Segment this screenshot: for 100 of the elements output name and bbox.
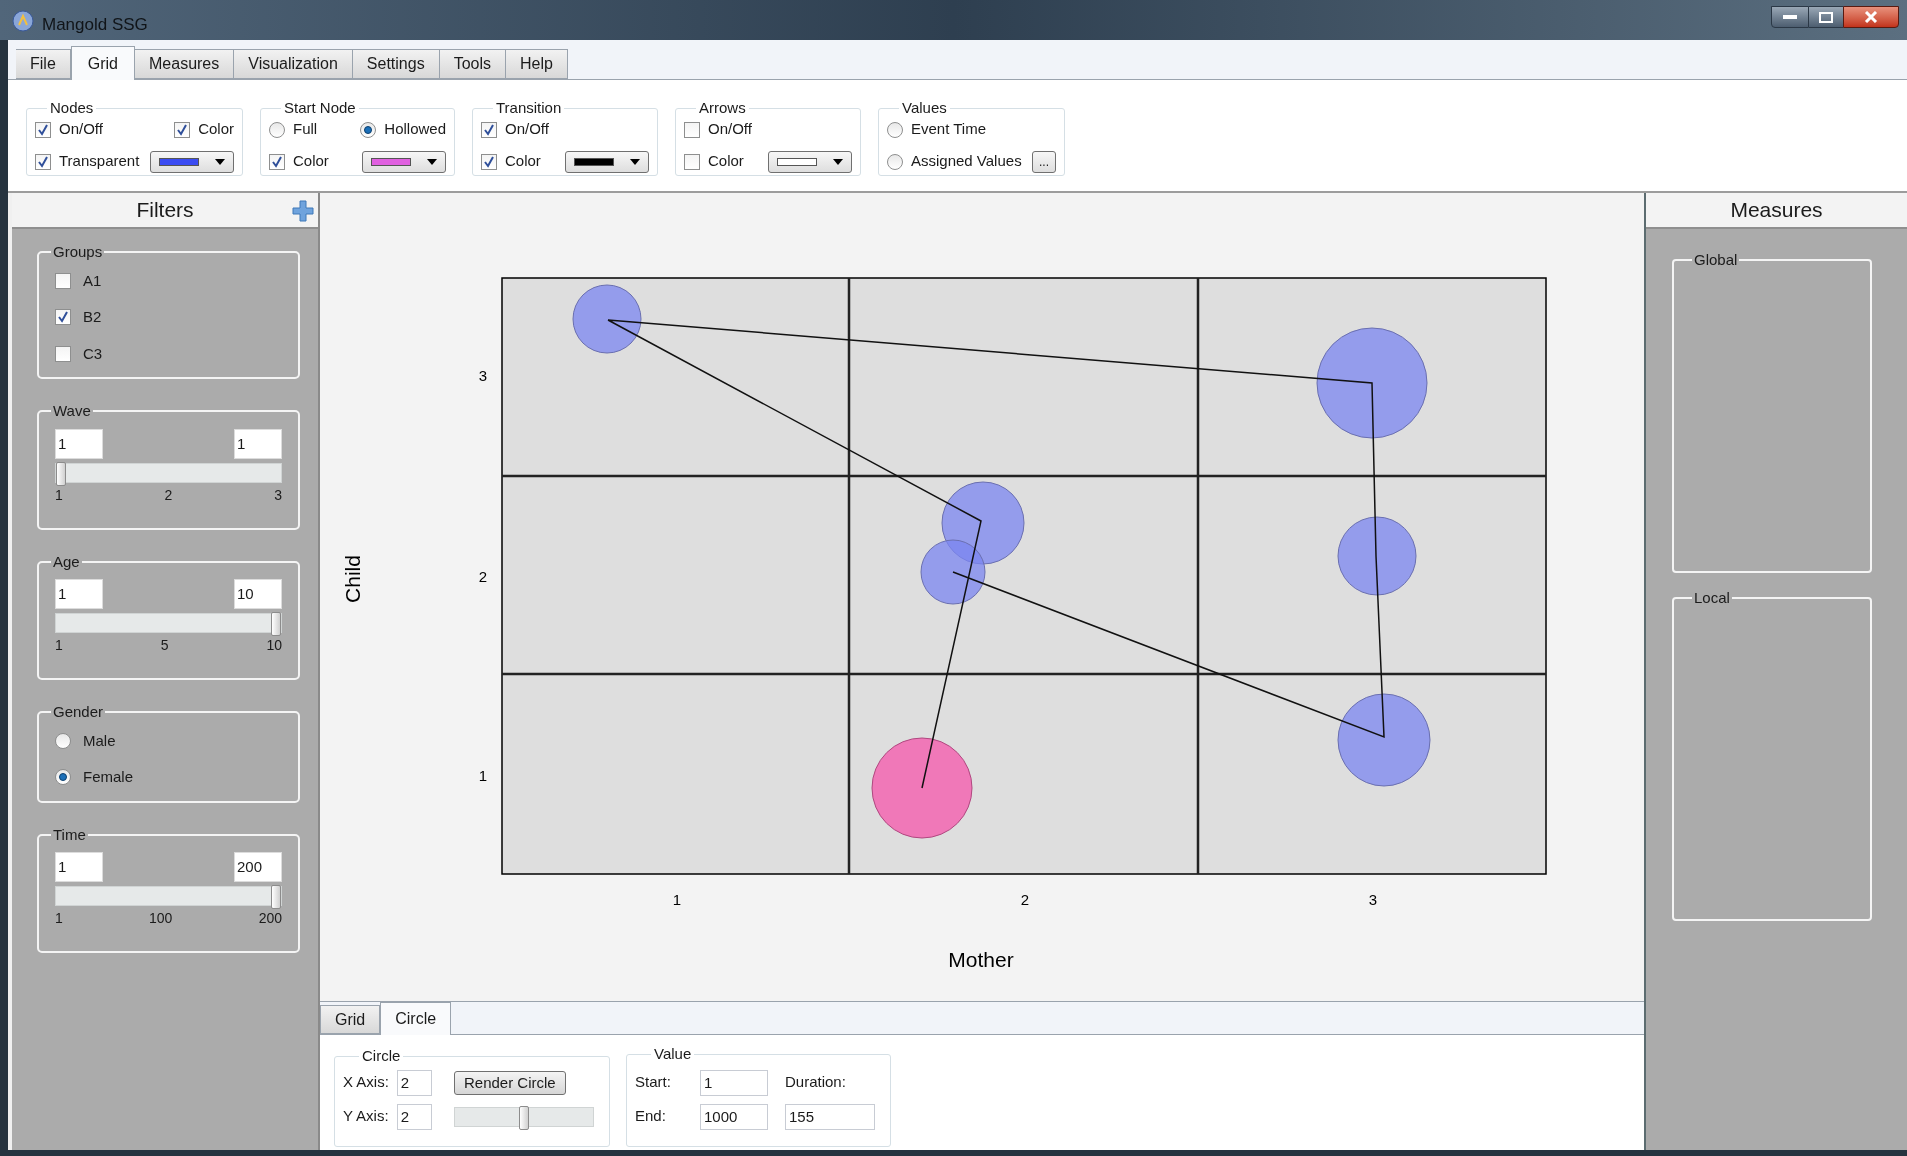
menu-tab[interactable]: Tools [439, 49, 506, 79]
tick-label: 1 [55, 485, 63, 505]
slider-thumb[interactable] [518, 1105, 529, 1130]
slider-thumb[interactable] [271, 612, 281, 636]
tick-label: 3 [274, 485, 282, 505]
app-icon [12, 10, 34, 32]
checkbox[interactable] [35, 153, 51, 170]
plus-icon [292, 200, 314, 222]
slider-track[interactable] [453, 1106, 594, 1127]
checkbox[interactable] [35, 121, 51, 138]
option-label: Female [83, 767, 134, 787]
radio-button[interactable] [887, 153, 903, 170]
caret-icon [630, 158, 640, 165]
input-field[interactable]: 1 [55, 428, 103, 459]
option-label: On/Off [59, 119, 103, 140]
input-field[interactable]: 1 [55, 852, 103, 882]
radio-button[interactable] [55, 732, 71, 749]
maximize-icon [1819, 11, 1833, 23]
bottom-tab[interactable]: Circle [380, 1002, 452, 1035]
color-dropdown[interactable] [150, 150, 234, 173]
option-label: Assigned Values [911, 151, 1022, 172]
checkbox[interactable] [684, 121, 700, 138]
maximize-button[interactable] [1809, 6, 1843, 28]
checkbox[interactable] [55, 309, 71, 326]
tick-label: 3 [1368, 891, 1378, 908]
option-label: On/Off [505, 119, 549, 140]
tick-label: 10 [266, 636, 282, 655]
slider-thumb[interactable] [271, 885, 281, 909]
tick-label: 5 [160, 636, 169, 655]
group-title: Local [1693, 588, 1731, 608]
slider-track[interactable] [55, 462, 282, 483]
group-title: Gender [52, 702, 105, 722]
option-label: B2 [83, 307, 102, 327]
input-field[interactable]: 1 [55, 579, 103, 609]
window-title: Mangold SSG [42, 14, 148, 36]
option-label: Color [198, 119, 234, 140]
option-label: Male [83, 730, 116, 751]
field-label: Y Axis: [343, 1106, 389, 1127]
menu-tab[interactable]: Help [506, 49, 568, 79]
input-field[interactable]: 1 [700, 1069, 768, 1096]
field-label: Duration: [785, 1072, 847, 1093]
menu-tab[interactable]: File [16, 49, 71, 79]
color-dropdown[interactable] [362, 150, 446, 173]
option-label: Color [708, 151, 744, 172]
radio-button[interactable] [55, 769, 71, 786]
tick-label: 2 [1020, 891, 1030, 908]
checkbox[interactable] [481, 153, 497, 170]
input-field[interactable]: 2 [396, 1103, 432, 1130]
axis-title: Mother [948, 948, 1014, 971]
input-field[interactable]: 10 [234, 579, 282, 609]
group-title: Age [52, 551, 81, 572]
menu-tab[interactable]: Visualization [234, 49, 353, 79]
option-label: Hollowed [384, 119, 446, 140]
tick-label: 2 [164, 485, 173, 505]
radio-button[interactable] [360, 121, 377, 138]
slider-track[interactable] [55, 613, 282, 633]
tick-label: 1 [478, 767, 488, 784]
checkbox[interactable] [684, 153, 700, 170]
color-dropdown[interactable] [565, 150, 649, 173]
checkbox[interactable] [55, 272, 71, 289]
input-field[interactable]: 1000 [700, 1103, 768, 1130]
radio-button[interactable] [269, 121, 285, 138]
checkbox[interactable] [269, 153, 285, 170]
color-dropdown[interactable] [768, 150, 852, 173]
checkbox[interactable] [481, 121, 497, 138]
close-button[interactable] [1843, 6, 1899, 28]
checkbox[interactable] [174, 121, 191, 138]
checkbox[interactable] [55, 345, 71, 362]
slider-thumb[interactable] [56, 461, 66, 486]
add-button[interactable] [292, 200, 314, 222]
render-circle-button[interactable]: Render Circle [453, 1070, 566, 1095]
option-label: On/Off [708, 119, 752, 140]
menu-tab[interactable]: Grid [70, 46, 135, 80]
slider-track[interactable] [55, 886, 282, 906]
tick-label: 1 [55, 909, 63, 928]
bottom-tab[interactable]: Grid [320, 1005, 381, 1034]
input-field[interactable]: 200 [234, 852, 282, 882]
group-title: Start Node [283, 98, 357, 118]
input-field[interactable]: 2 [396, 1069, 432, 1096]
input-field[interactable]: 155 [785, 1103, 875, 1130]
group-title: Groups [52, 242, 104, 262]
field-label: End: [635, 1106, 667, 1127]
tick-label: 1 [672, 891, 682, 908]
group-title: Arrows [698, 98, 747, 118]
group-title: Nodes [49, 98, 95, 118]
menu-tab[interactable]: Settings [352, 49, 440, 79]
axis-title: Child [341, 555, 364, 603]
more-button[interactable]: ... [1032, 150, 1056, 173]
group-title: Time [52, 824, 87, 845]
option-label: Full [293, 119, 318, 140]
caret-icon [427, 158, 437, 165]
option-label: Color [293, 151, 329, 172]
group-title: Transition [495, 98, 563, 118]
radio-button[interactable] [887, 121, 903, 138]
option-label: C3 [83, 343, 103, 364]
input-field[interactable]: 1 [234, 428, 282, 459]
minimize-icon [1783, 14, 1797, 20]
minimize-button[interactable] [1771, 6, 1809, 28]
menu-tab[interactable]: Measures [135, 49, 235, 79]
tick-label: 1 [55, 636, 63, 655]
